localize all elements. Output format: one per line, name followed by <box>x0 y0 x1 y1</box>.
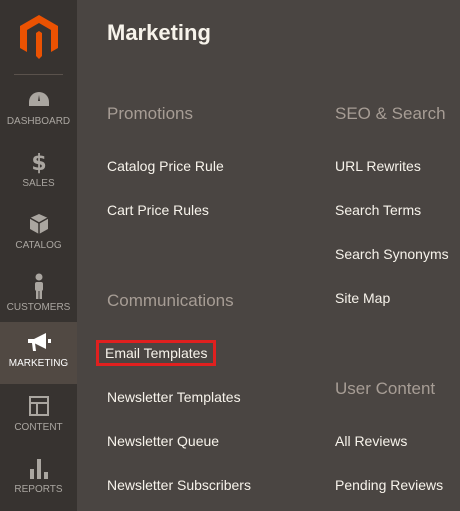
layout-icon <box>0 394 77 418</box>
nav-reports[interactable]: REPORTS <box>0 448 77 510</box>
nav-marketing-label: MARKETING <box>8 358 69 369</box>
link-pending-reviews[interactable]: Pending Reviews <box>335 477 443 493</box>
person-icon <box>0 273 77 299</box>
link-cart-price-rules[interactable]: Cart Price Rules <box>107 202 209 218</box>
logo-divider <box>14 74 63 75</box>
group-title-promotions: Promotions <box>107 104 193 123</box>
svg-text:$: $ <box>31 151 46 174</box>
link-catalog-price-rule[interactable]: Catalog Price Rule <box>107 158 224 174</box>
dollar-icon: $ <box>0 150 77 174</box>
magento-logo-icon <box>19 15 58 59</box>
group-title-user-content: User Content <box>335 379 436 398</box>
group-title-communications: Communications <box>107 291 234 310</box>
link-search-synonyms[interactable]: Search Synonyms <box>335 246 449 262</box>
dashboard-icon <box>0 88 77 112</box>
panel-title: Marketing <box>107 20 211 45</box>
megaphone-icon <box>0 330 77 354</box>
nav-dashboard-label: DASHBOARD <box>6 116 71 127</box>
marketing-submenu-panel: Marketing Promotions Catalog Price Rule … <box>77 0 460 511</box>
magento-logo[interactable] <box>0 0 77 74</box>
nav-reports-label: REPORTS <box>14 484 63 495</box>
link-url-rewrites[interactable]: URL Rewrites <box>335 158 421 174</box>
link-newsletter-templates[interactable]: Newsletter Templates <box>107 389 241 405</box>
admin-sidebar: DASHBOARD $ SALES CATALOG CUSTOMERS MARK… <box>0 0 77 511</box>
box-icon <box>0 212 77 236</box>
link-newsletter-subscribers[interactable]: Newsletter Subscribers <box>107 477 251 493</box>
link-all-reviews[interactable]: All Reviews <box>335 433 407 449</box>
nav-sales[interactable]: $ SALES <box>0 142 77 204</box>
nav-catalog[interactable]: CATALOG <box>0 204 77 266</box>
nav-customers[interactable]: CUSTOMERS <box>0 266 77 328</box>
bar-chart-icon <box>0 456 77 480</box>
link-newsletter-queue[interactable]: Newsletter Queue <box>107 433 219 449</box>
group-title-seo-search: SEO & Search <box>335 104 446 123</box>
link-search-terms[interactable]: Search Terms <box>335 202 421 218</box>
nav-marketing[interactable]: MARKETING <box>0 322 77 384</box>
link-email-templates[interactable]: Email Templates <box>95 340 217 366</box>
nav-catalog-label: CATALOG <box>15 240 62 251</box>
nav-dashboard[interactable]: DASHBOARD <box>0 80 77 142</box>
nav-sales-label: SALES <box>22 178 55 189</box>
link-site-map[interactable]: Site Map <box>335 290 390 306</box>
nav-content-label: CONTENT <box>14 422 63 433</box>
nav-customers-label: CUSTOMERS <box>6 302 71 313</box>
nav-content[interactable]: CONTENT <box>0 386 77 448</box>
